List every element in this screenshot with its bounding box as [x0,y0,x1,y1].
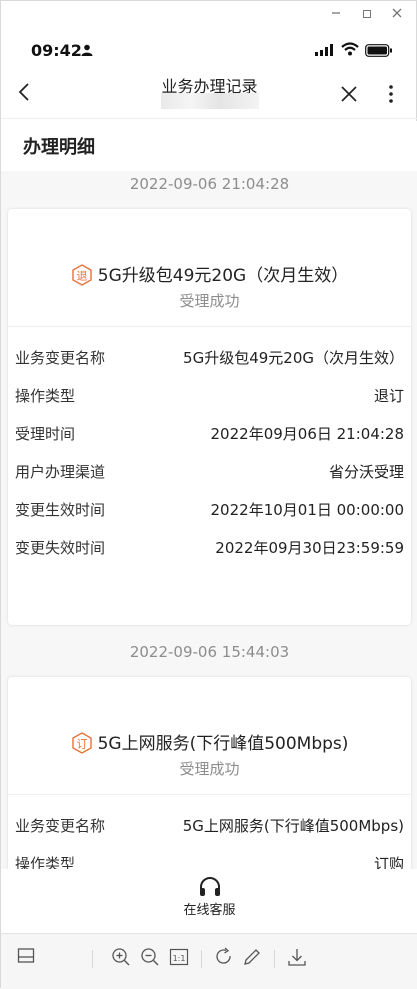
record-card[interactable]: 订 5G上网服务(下行峰值500Mbps) 受理成功 业务变更名称 5G上网服务… [8,677,411,869]
detail-label: 操作类型 [15,855,76,869]
zoom-out-icon[interactable] [140,947,160,967]
detail-value: 5G升级包49元20G（次月生效） [183,349,404,367]
status-time: 09:42 [31,41,82,60]
detail-row: 业务变更名称 5G上网服务(下行峰值500Mbps) [8,808,411,846]
maximize-icon[interactable] [358,5,376,23]
detail-row: 操作类型 订购 [8,846,411,869]
detail-rows: 业务变更名称 5G上网服务(下行峰值500Mbps) 操作类型 订购 [8,795,411,869]
status-bar: 09:42 [1,31,417,69]
download-icon[interactable] [287,947,307,967]
actual-size-label: 1:1 [173,954,186,963]
record-title: 5G升级包49元20G（次月生效） [97,266,349,286]
detail-label: 业务变更名称 [15,349,106,367]
detail-value: 2022年09月30日23:59:59 [215,539,404,557]
detail-rows: 业务变更名称 5G升级包49元20G（次月生效） 操作类型 退订 受理时间 20… [8,327,411,568]
record-title-row: 退 5G升级包49元20G（次月生效） [8,261,411,291]
section-title: 办理明细 [23,137,95,158]
blurred-subtitle [161,93,259,109]
minimize-icon[interactable] [327,5,345,23]
support-label: 在线客服 [183,903,236,918]
edit-icon[interactable] [242,947,262,967]
wifi-icon [341,42,359,56]
online-support-button[interactable]: 在线客服 [1,869,417,933]
person-icon [81,44,93,56]
app-window: 09:42 业务办理记录 办理明细 2022-09-06 21:04:28 退 … [0,0,417,989]
detail-label: 受理时间 [15,425,76,443]
detail-row: 业务变更名称 5G升级包49元20G（次月生效） [8,340,411,378]
nav-bar: 业务办理记录 [1,67,417,119]
detail-label: 变更失效时间 [15,539,106,557]
detail-label: 操作类型 [15,387,76,405]
actual-size-icon[interactable]: 1:1 [169,947,189,967]
headset-icon [200,877,220,896]
detail-label: 变更生效时间 [15,501,106,519]
sidebar-toggle-icon[interactable] [17,947,35,965]
card-header: 退 5G升级包49元20G（次月生效） 受理成功 [8,209,411,327]
detail-value: 2022年09月06日 21:04:28 [210,425,404,443]
close-icon[interactable] [340,85,358,103]
detail-value: 退订 [373,387,404,405]
detail-row: 变更失效时间 2022年09月30日23:59:59 [8,530,411,568]
signal-icon [315,44,333,56]
tag-text: 退 [76,270,87,283]
window-controls [1,1,417,27]
detail-row: 操作类型 退订 [8,378,411,416]
subscribe-tag-icon: 订 [71,732,93,759]
viewer-toolbar: 1:1 [1,933,417,989]
record-status: 受理成功 [179,760,240,778]
detail-label: 业务变更名称 [15,817,106,835]
battery-icon [365,44,392,57]
detail-value: 2022年10月01日 00:00:00 [210,501,404,519]
zoom-in-icon[interactable] [111,947,131,967]
record-date: 2022-09-06 21:04:28 [129,175,290,193]
detail-value: 订购 [373,855,404,869]
record-date: 2022-09-06 15:44:03 [129,643,290,661]
detail-value: 省分沃受理 [328,463,404,481]
record-status: 受理成功 [179,292,240,310]
unsubscribe-tag-icon: 退 [71,264,93,291]
detail-row: 受理时间 2022年09月06日 21:04:28 [8,416,411,454]
tag-text: 订 [76,738,87,751]
detail-row: 用户办理渠道 省分沃受理 [8,454,411,492]
rotate-icon[interactable] [214,947,234,967]
detail-value: 5G上网服务(下行峰值500Mbps) [182,817,404,835]
record-title: 5G上网服务(下行峰值500Mbps) [97,734,349,754]
detail-label: 用户办理渠道 [15,463,106,481]
more-icon[interactable] [387,84,395,104]
window-close-icon[interactable] [388,5,406,23]
record-title-row: 订 5G上网服务(下行峰值500Mbps) [8,729,411,759]
card-header: 订 5G上网服务(下行峰值500Mbps) 受理成功 [8,677,411,795]
record-list[interactable]: 办理明细 2022-09-06 21:04:28 退 5G升级包49元20G（次… [1,121,417,869]
detail-row: 变更生效时间 2022年10月01日 00:00:00 [8,492,411,530]
record-card[interactable]: 退 5G升级包49元20G（次月生效） 受理成功 业务变更名称 5G升级包49元… [8,209,411,625]
